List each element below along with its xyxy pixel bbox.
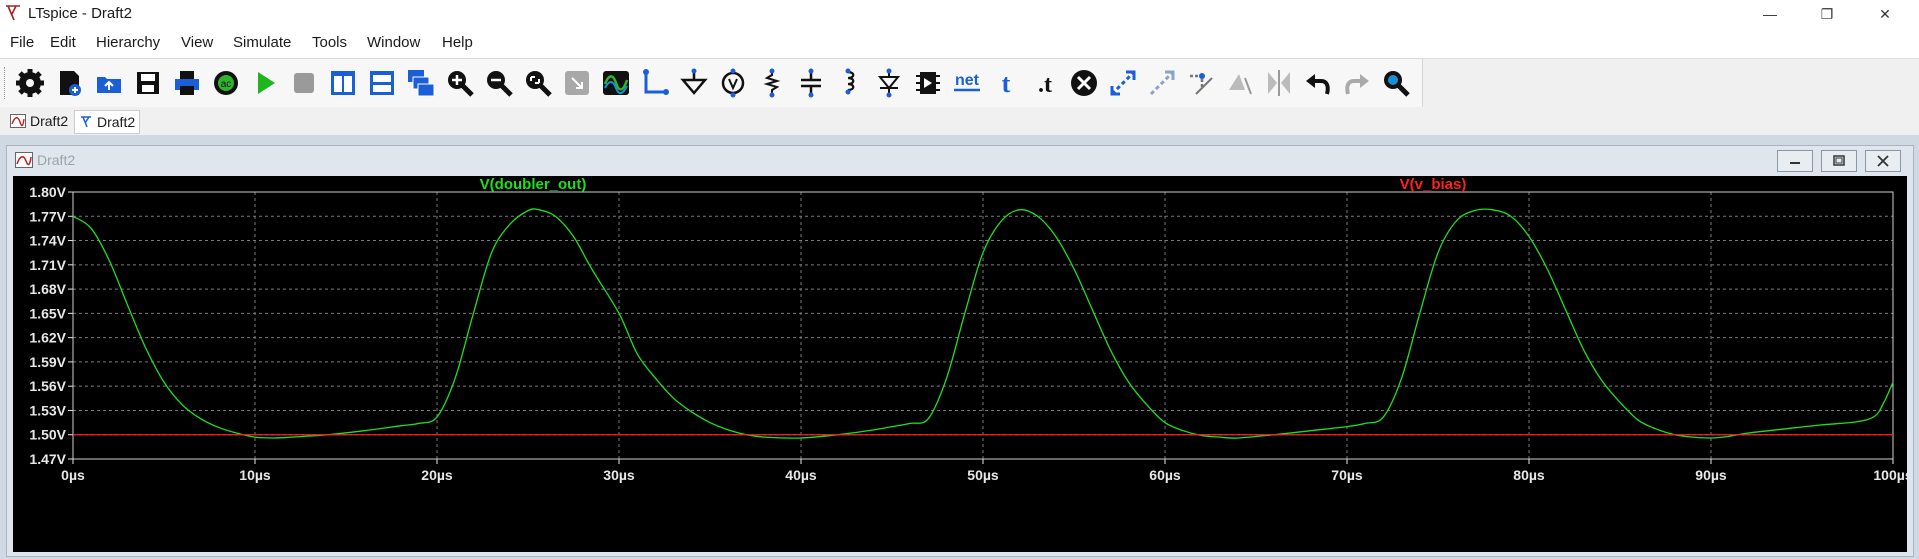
waveform-plot[interactable]: 0µs 10µs 20µs 30µs 40µs 50µs 60µs 70µs 80µs 90µs 1… (13, 176, 1907, 552)
x-tick-label: 10µs (239, 467, 271, 483)
x-tick-label: 20µs (421, 467, 453, 483)
tile-horizontal-icon[interactable] (364, 65, 400, 101)
plot-restore-button[interactable] (1821, 150, 1857, 172)
menu-edit[interactable]: Edit (50, 34, 76, 51)
y-tick-label: 1.59V (29, 354, 66, 370)
x-tick-label: 0µs (61, 467, 85, 483)
print-icon[interactable] (169, 65, 205, 101)
cascade-icon[interactable] (403, 65, 439, 101)
tab-schematic-draft2[interactable]: Draft2 (74, 110, 141, 134)
menu-bar: File Edit Hierarchy View Simulate Tools … (0, 28, 1919, 59)
save-icon[interactable] (130, 65, 166, 101)
plot-background (13, 176, 1907, 552)
x-tick-label: 70µs (1331, 467, 1363, 483)
zoom-area-icon[interactable] (559, 65, 595, 101)
y-tick-label: 1.68V (29, 281, 66, 297)
plot-window[interactable]: Draft2 0µs 10µs 20µs 30µs 40µs 50µs 60µs 70µs 80… (6, 145, 1914, 557)
x-tick-label: 30µs (603, 467, 635, 483)
y-tick-label: 1.71V (29, 257, 66, 273)
x-tick-label: 80µs (1513, 467, 1545, 483)
y-tick-label: 1.74V (29, 233, 66, 249)
text-icon[interactable]: t (988, 65, 1024, 101)
waveform-window-icon (15, 152, 33, 168)
component-icon[interactable] (910, 65, 946, 101)
autoscale-icon[interactable] (598, 65, 634, 101)
y-tick-label: 1.62V (29, 330, 66, 346)
y-tick-label: 1.77V (29, 208, 66, 224)
plot-window-title: Draft2 (37, 152, 76, 168)
y-tick-label: 1.80V (29, 184, 66, 200)
menu-file[interactable]: File (10, 34, 34, 51)
x-tick-label: 90µs (1695, 467, 1727, 483)
window-title: LTspice - Draft2 (28, 5, 132, 22)
rotate-icon[interactable] (1183, 65, 1219, 101)
y-tick-label: 1.65V (29, 305, 66, 321)
flip-icon[interactable] (1261, 65, 1297, 101)
diode-icon[interactable] (871, 65, 907, 101)
plot-close-button[interactable] (1865, 150, 1901, 172)
schematic-tab-icon (81, 116, 91, 128)
toolbar: ac net t .t (0, 58, 1423, 108)
ac-label: ac (221, 79, 232, 90)
minimize-button[interactable]: — (1747, 0, 1793, 28)
ltspice-logo-icon (6, 5, 20, 21)
move-icon[interactable] (1105, 65, 1141, 101)
restore-button[interactable]: ❐ (1804, 0, 1850, 28)
tab-label: Draft2 (97, 114, 136, 130)
voltage-source-icon[interactable] (715, 65, 751, 101)
drag-icon[interactable] (1144, 65, 1180, 101)
halt-icon[interactable] (286, 65, 322, 101)
tab-waveform-draft2[interactable]: Draft2 (6, 110, 72, 132)
zoom-in-icon[interactable] (442, 65, 478, 101)
mirror-icon[interactable] (1222, 65, 1258, 101)
y-tick-label: 1.53V (29, 402, 66, 418)
zoom-out-icon[interactable] (481, 65, 517, 101)
x-tick-label: 40µs (785, 467, 817, 483)
inductor-icon[interactable] (832, 65, 868, 101)
text-tool-label: t (1002, 69, 1011, 98)
trace-label: V(v_bias) (1400, 176, 1467, 193)
undo-icon[interactable] (1300, 65, 1336, 101)
redo-icon[interactable] (1339, 65, 1375, 101)
find-icon[interactable] (1378, 65, 1414, 101)
mdi-area: Draft2 0µs 10µs 20µs 30µs 40µs 50µs 60µs 70µs 80… (0, 135, 1919, 559)
run-icon[interactable] (247, 65, 283, 101)
plot-minimize-button[interactable] (1777, 150, 1813, 172)
net-label-icon[interactable]: net (949, 65, 985, 101)
resistor-icon[interactable] (754, 65, 790, 101)
zoom-fit-icon[interactable] (520, 65, 556, 101)
menu-tools[interactable]: Tools (312, 34, 347, 51)
wire-icon[interactable] (637, 65, 673, 101)
ac-analysis-icon[interactable]: ac (208, 65, 244, 101)
delete-icon[interactable] (1066, 65, 1102, 101)
y-tick-label: 1.47V (29, 451, 66, 467)
directive-label: .t (1038, 72, 1052, 98)
menu-window[interactable]: Window (367, 34, 420, 51)
new-schematic-icon[interactable] (52, 65, 88, 101)
ground-icon[interactable] (676, 65, 712, 101)
net-label-text: net (955, 72, 980, 89)
capacitor-icon[interactable] (793, 65, 829, 101)
waveform-tab-icon (10, 114, 26, 128)
document-tabstrip: Draft2 Draft2 (0, 107, 1919, 135)
y-tick-label: 1.56V (29, 378, 66, 394)
spice-directive-icon[interactable]: .t (1027, 65, 1063, 101)
trace-label: V(doubler_out) (480, 176, 587, 193)
x-tick-label: 100µs (1873, 467, 1907, 483)
x-tick-label: 60µs (1149, 467, 1181, 483)
y-tick-label: 1.50V (29, 427, 66, 443)
close-button[interactable]: ✕ (1862, 0, 1908, 28)
menu-help[interactable]: Help (442, 34, 473, 51)
tile-vertical-icon[interactable] (325, 65, 361, 101)
open-icon[interactable] (91, 65, 127, 101)
menu-simulate[interactable]: Simulate (233, 34, 291, 51)
menu-view[interactable]: View (181, 34, 213, 51)
toolbar-grip[interactable] (4, 67, 8, 99)
menu-hierarchy[interactable]: Hierarchy (96, 34, 160, 51)
x-tick-label: 50µs (967, 467, 999, 483)
settings-icon[interactable] (12, 65, 48, 101)
title-bar: LTspice - Draft2 — ❐ ✕ (0, 0, 1919, 28)
tab-label: Draft2 (30, 113, 69, 129)
